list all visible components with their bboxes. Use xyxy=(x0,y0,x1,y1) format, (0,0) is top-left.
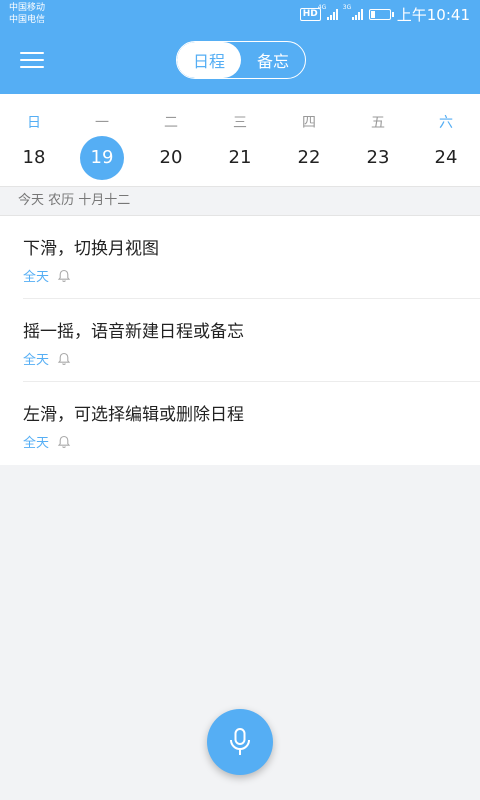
voice-input-button[interactable] xyxy=(207,709,273,775)
app-header: 日程 备忘 xyxy=(0,28,480,94)
list-item[interactable]: 左滑，可选择编辑或删除日程 全天 xyxy=(0,382,480,465)
week-strip: 日 一 二 三 四 五 六 18 19 20 21 22 23 24 xyxy=(0,94,480,186)
weekday-sun: 日 xyxy=(27,115,41,131)
item-title: 摇一摇，语音新建日程或备忘 xyxy=(23,322,244,342)
bell-icon xyxy=(57,435,71,448)
weekday-sat: 六 xyxy=(439,115,453,131)
item-meta: 全天 xyxy=(23,432,71,451)
hamburger-icon[interactable] xyxy=(20,52,44,70)
list-item[interactable]: 下滑，切换月视图 全天 xyxy=(0,216,480,299)
signal-icon: 4G xyxy=(318,4,338,20)
day-cell[interactable]: 20 xyxy=(137,146,205,170)
weekday-mon: 一 xyxy=(95,115,109,131)
day-cell-selected[interactable]: 19 xyxy=(68,146,136,170)
weekday-wed: 三 xyxy=(233,115,247,131)
carrier-names: 中国移动 中国电信 xyxy=(9,2,45,26)
item-title: 左滑，可选择编辑或删除日程 xyxy=(23,405,244,425)
microphone-icon xyxy=(230,728,250,755)
day-cell[interactable]: 18 xyxy=(0,146,68,170)
battery-icon xyxy=(368,8,394,20)
day-cell[interactable]: 24 xyxy=(412,146,480,170)
all-day-label: 全天 xyxy=(23,353,50,368)
view-toggle: 日程 备忘 xyxy=(176,41,306,79)
item-meta: 全天 xyxy=(23,266,71,285)
day-cell[interactable]: 22 xyxy=(275,146,343,170)
weekday-thu: 四 xyxy=(302,115,316,131)
all-day-label: 全天 xyxy=(23,270,50,285)
status-clock: 上午10:41 xyxy=(396,5,470,24)
weekday-fri: 五 xyxy=(371,115,385,131)
bell-icon xyxy=(57,269,71,282)
carrier-1: 中国移动 xyxy=(9,3,46,13)
item-meta: 全天 xyxy=(23,349,71,368)
day-cell[interactable]: 23 xyxy=(344,146,412,170)
day-cell[interactable]: 21 xyxy=(206,146,274,170)
schedule-list: 下滑，切换月视图 全天 摇一摇，语音新建日程或备忘 全天 左滑，可选择编辑或删除… xyxy=(0,216,480,465)
tab-schedule[interactable]: 日程 xyxy=(177,42,241,78)
signal-icon: 3G xyxy=(343,4,363,20)
tab-memo[interactable]: 备忘 xyxy=(241,42,305,78)
weekday-tue: 二 xyxy=(164,115,178,131)
lunar-date-info: 今天 农历 十月十二 xyxy=(0,186,480,216)
all-day-label: 全天 xyxy=(23,436,50,451)
network-type-1: 4G xyxy=(317,4,327,11)
list-item[interactable]: 摇一摇，语音新建日程或备忘 全天 xyxy=(0,299,480,382)
bell-icon xyxy=(57,352,71,365)
carrier-2: 中国电信 xyxy=(9,15,46,25)
item-title: 下滑，切换月视图 xyxy=(23,239,159,259)
network-type-2: 3G xyxy=(342,4,352,11)
status-bar: 中国移动 中国电信 HD 4G 3G 上午10:41 xyxy=(0,0,480,28)
status-icons: HD 4G 3G 上午10:41 xyxy=(299,4,470,24)
